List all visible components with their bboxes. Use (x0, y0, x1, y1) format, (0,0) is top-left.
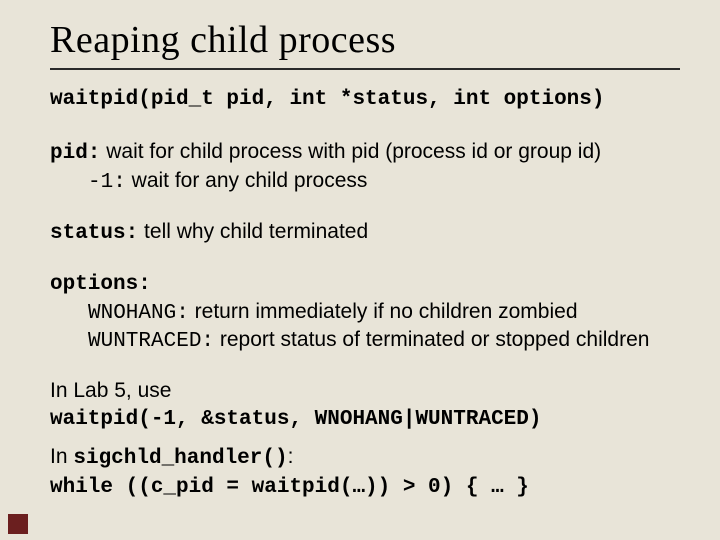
footer-accent-square (8, 514, 28, 534)
function-signature: waitpid(pid_t pid, int *status, int opti… (50, 88, 680, 111)
pid-neg1-label: -1: (88, 171, 126, 194)
wnohang-desc: return immediately if no children zombie… (189, 300, 578, 323)
pid-desc: wait for child process with pid (process… (100, 140, 601, 163)
handler-code: while ((c_pid = waitpid(…)) > 0) { … } (50, 476, 529, 499)
status-section: status: tell why child terminated (50, 219, 680, 248)
pid-neg1-desc: wait for any child process (126, 169, 368, 192)
handler-intro-code: sigchld_handler() (73, 447, 287, 470)
pid-label: pid: (50, 142, 100, 165)
slide: Reaping child process waitpid(pid_t pid,… (0, 0, 720, 540)
status-label: status: (50, 222, 138, 245)
lab-section: In Lab 5, use waitpid(-1, &status, WNOHA… (50, 378, 680, 434)
options-label: options: (50, 273, 151, 296)
options-section: options: WNOHANG: return immediately if … (50, 270, 680, 357)
status-desc: tell why child terminated (138, 220, 368, 243)
wuntraced-label: WUNTRACED: (88, 330, 214, 353)
handler-intro-suffix: : (288, 445, 294, 468)
wuntraced-desc: report status of terminated or stopped c… (214, 328, 649, 351)
title-underline (50, 68, 680, 70)
handler-intro-prefix: In (50, 445, 73, 468)
wnohang-label: WNOHANG: (88, 302, 189, 325)
slide-title: Reaping child process (50, 18, 680, 62)
lab-code: waitpid(-1, &status, WNOHANG|WUNTRACED) (50, 408, 541, 431)
pid-section: pid: wait for child process with pid (pr… (50, 139, 680, 197)
lab-intro: In Lab 5, use (50, 379, 171, 402)
handler-section: In sigchld_handler(): while ((c_pid = wa… (50, 444, 680, 502)
